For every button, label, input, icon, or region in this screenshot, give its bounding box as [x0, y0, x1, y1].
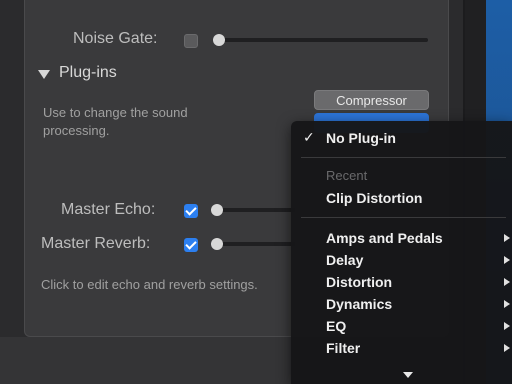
master-echo-slider[interactable]	[215, 208, 295, 212]
scroll-down-arrow-icon[interactable]	[403, 372, 413, 378]
plugins-section-title[interactable]: Plug-ins	[59, 64, 117, 82]
submenu-arrow-icon	[504, 256, 510, 264]
master-reverb-checkbox[interactable]	[184, 238, 198, 252]
menu-item-category[interactable]: Dynamics	[291, 293, 512, 315]
menu-item-label: Amps and Pedals	[326, 230, 443, 246]
menu-item-label: Dynamics	[326, 296, 393, 312]
noise-gate-label: Noise Gate:	[73, 30, 158, 47]
master-echo-label: Master Echo:	[61, 201, 156, 218]
checkmark-icon: ✓	[303, 129, 315, 145]
noise-gate-slider[interactable]	[215, 38, 428, 42]
master-echo-checkbox[interactable]	[184, 204, 198, 218]
submenu-arrow-icon	[504, 322, 510, 330]
submenu-arrow-icon	[504, 344, 510, 352]
noise-gate-checkbox[interactable]	[184, 34, 198, 48]
menu-item-category[interactable]: Delay	[291, 249, 512, 271]
menu-item-label: Delay	[326, 252, 364, 268]
menu-item-label: Filter	[326, 340, 361, 356]
submenu-arrow-icon	[504, 300, 510, 308]
submenu-arrow-icon	[504, 234, 510, 242]
menu-item-label: Clip Distortion	[326, 190, 423, 206]
menu-item-category[interactable]: Distortion	[291, 271, 512, 293]
menu-heading-recent: Recent	[326, 168, 368, 183]
menu-item-label: EQ	[326, 318, 347, 334]
master-echo-slider-knob[interactable]	[211, 204, 223, 216]
noise-gate-slider-knob[interactable]	[213, 34, 225, 46]
menu-item-label: No Plug-in	[326, 130, 396, 146]
master-reverb-slider[interactable]	[215, 242, 295, 246]
menu-separator	[301, 157, 506, 158]
menu-item-category[interactable]: Filter	[291, 337, 512, 359]
menu-item-category[interactable]: Amps and Pedals	[291, 227, 512, 249]
disclosure-triangle-icon[interactable]	[38, 70, 50, 79]
menu-item-category[interactable]: EQ	[291, 315, 512, 337]
plugin-slot-compressor[interactable]: Compressor	[314, 90, 429, 110]
menu-item-no-plugin[interactable]: ✓ No Plug-in	[291, 127, 512, 149]
plugins-description: Use to change the sound processing.	[43, 105, 188, 138]
echo-reverb-help: Click to edit echo and reverb settings.	[41, 277, 258, 292]
menu-item-recent[interactable]: Clip Distortion	[291, 187, 512, 209]
master-reverb-slider-knob[interactable]	[211, 238, 223, 250]
master-reverb-label: Master Reverb:	[41, 235, 151, 252]
menu-item-label: Distortion	[326, 274, 393, 290]
submenu-arrow-icon	[504, 278, 510, 286]
plugin-menu: ✓ No Plug-in Recent Clip Distortion Amps…	[291, 121, 512, 384]
plugin-slot-label: Compressor	[336, 92, 407, 108]
menu-separator	[301, 217, 506, 218]
